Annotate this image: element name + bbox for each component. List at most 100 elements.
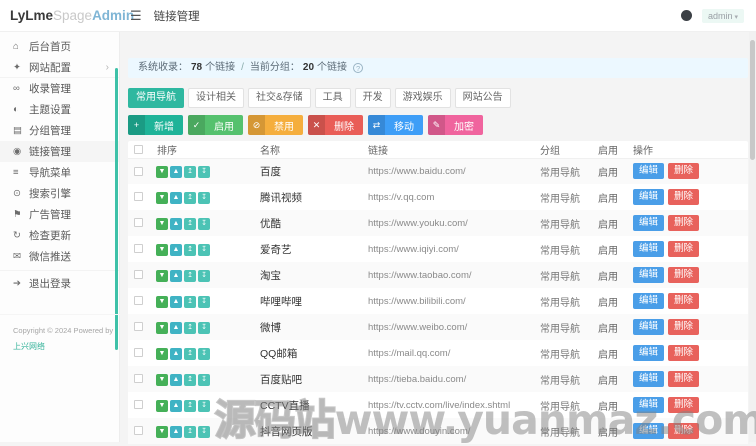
sidebar-item-search[interactable]: ⊙ 搜索引擎	[0, 183, 119, 204]
move-top-icon[interactable]: ↥	[184, 348, 196, 360]
copyright-link[interactable]: 上兴网络	[13, 342, 45, 351]
move-down-icon[interactable]: ▼	[156, 374, 168, 386]
move-button[interactable]: ⇄ 移动	[368, 115, 423, 135]
group-tab[interactable]: 游戏娱乐	[395, 88, 451, 108]
sidebar-item-refresh[interactable]: ↻ 检查更新	[0, 225, 119, 246]
edit-button[interactable]: 编辑	[633, 293, 664, 309]
move-down-icon[interactable]: ▼	[156, 166, 168, 178]
group-tab[interactable]: 常用导航	[128, 88, 184, 108]
encrypt-button[interactable]: ✎ 加密	[428, 115, 483, 135]
move-bottom-icon[interactable]: ↧	[198, 426, 210, 438]
row-checkbox[interactable]	[134, 322, 143, 331]
sidebar-item-home[interactable]: ⌂ 后台首页	[0, 36, 119, 57]
move-bottom-icon[interactable]: ↧	[198, 244, 210, 256]
row-checkbox[interactable]	[134, 192, 143, 201]
move-up-icon[interactable]: ▲	[170, 400, 182, 412]
sidebar-item-globe[interactable]: ◉ 链接管理	[0, 141, 119, 162]
move-bottom-icon[interactable]: ↧	[198, 192, 210, 204]
edit-button[interactable]: 编辑	[633, 215, 664, 231]
delete-button[interactable]: 删除	[668, 241, 699, 257]
move-top-icon[interactable]: ↥	[184, 322, 196, 334]
enable-button[interactable]: ✓ 启用	[188, 115, 243, 135]
sidebar-item-palette[interactable]: ◐ 主题设置	[0, 99, 119, 120]
move-down-icon[interactable]: ▼	[156, 218, 168, 230]
move-up-icon[interactable]: ▲	[170, 192, 182, 204]
edit-button[interactable]: 编辑	[633, 189, 664, 205]
move-down-icon[interactable]: ▼	[156, 296, 168, 308]
group-tab[interactable]: 开发	[355, 88, 391, 108]
sidebar-item-link[interactable]: ∞ 收录管理	[0, 78, 119, 99]
delete-button[interactable]: 删除	[668, 319, 699, 335]
group-tab[interactable]: 网站公告	[455, 88, 511, 108]
move-bottom-icon[interactable]: ↧	[198, 400, 210, 412]
row-checkbox[interactable]	[134, 426, 143, 435]
delete-button[interactable]: 删除	[668, 345, 699, 361]
move-down-icon[interactable]: ▼	[156, 400, 168, 412]
move-up-icon[interactable]: ▲	[170, 426, 182, 438]
row-checkbox[interactable]	[134, 270, 143, 279]
move-bottom-icon[interactable]: ↧	[198, 296, 210, 308]
sidebar-scrollbar[interactable]	[115, 68, 118, 350]
move-up-icon[interactable]: ▲	[170, 322, 182, 334]
row-checkbox[interactable]	[134, 244, 143, 253]
delete-button[interactable]: 删除	[668, 397, 699, 413]
edit-button[interactable]: 编辑	[633, 397, 664, 413]
move-down-icon[interactable]: ▼	[156, 270, 168, 282]
row-checkbox[interactable]	[134, 400, 143, 409]
row-checkbox[interactable]	[134, 374, 143, 383]
edit-button[interactable]: 编辑	[633, 163, 664, 179]
row-checkbox[interactable]	[134, 218, 143, 227]
help-icon[interactable]: ?	[353, 63, 363, 73]
delete-button[interactable]: 删除	[668, 267, 699, 283]
move-up-icon[interactable]: ▲	[170, 244, 182, 256]
delete-button[interactable]: 删除	[668, 189, 699, 205]
sidebar-item-list[interactable]: ≡ 导航菜单	[0, 162, 119, 183]
edit-button[interactable]: 编辑	[633, 345, 664, 361]
move-top-icon[interactable]: ↥	[184, 218, 196, 230]
sidebar-item-comment[interactable]: ✉ 微信推送	[0, 246, 119, 267]
page-scrollbar-thumb[interactable]	[750, 40, 755, 160]
row-checkbox[interactable]	[134, 296, 143, 305]
moon-icon[interactable]	[681, 10, 692, 21]
delete-button[interactable]: 删除	[668, 293, 699, 309]
move-down-icon[interactable]: ▼	[156, 322, 168, 334]
move-up-icon[interactable]: ▲	[170, 166, 182, 178]
row-checkbox[interactable]	[134, 348, 143, 357]
move-down-icon[interactable]: ▼	[156, 244, 168, 256]
delete-button[interactable]: 删除	[668, 423, 699, 439]
delete-button[interactable]: 删除	[668, 371, 699, 387]
edit-button[interactable]: 编辑	[633, 319, 664, 335]
edit-button[interactable]: 编辑	[633, 423, 664, 439]
delete-button[interactable]: ✕ 删除	[308, 115, 363, 135]
move-bottom-icon[interactable]: ↧	[198, 348, 210, 360]
edit-button[interactable]: 编辑	[633, 371, 664, 387]
move-down-icon[interactable]: ▼	[156, 348, 168, 360]
select-all-checkbox[interactable]	[134, 145, 143, 154]
sidebar-item-wrench[interactable]: ⚑ 广告管理	[0, 204, 119, 225]
move-bottom-icon[interactable]: ↧	[198, 374, 210, 386]
group-tab[interactable]: 社交&存储	[248, 88, 311, 108]
user-dropdown[interactable]: admin▾	[702, 9, 744, 23]
delete-button[interactable]: 删除	[668, 215, 699, 231]
page-scrollbar[interactable]	[749, 32, 756, 442]
move-up-icon[interactable]: ▲	[170, 296, 182, 308]
edit-button[interactable]: 编辑	[633, 241, 664, 257]
move-top-icon[interactable]: ↥	[184, 244, 196, 256]
sidebar-item-logout[interactable]: ➔ 退出登录	[0, 270, 119, 293]
move-top-icon[interactable]: ↥	[184, 296, 196, 308]
move-top-icon[interactable]: ↥	[184, 270, 196, 282]
move-down-icon[interactable]: ▼	[156, 426, 168, 438]
move-top-icon[interactable]: ↥	[184, 192, 196, 204]
sidebar-item-plug[interactable]: ✦ 网站配置 ›	[0, 57, 119, 78]
move-bottom-icon[interactable]: ↧	[198, 166, 210, 178]
move-up-icon[interactable]: ▲	[170, 374, 182, 386]
edit-button[interactable]: 编辑	[633, 267, 664, 283]
move-top-icon[interactable]: ↥	[184, 400, 196, 412]
move-bottom-icon[interactable]: ↧	[198, 270, 210, 282]
move-bottom-icon[interactable]: ↧	[198, 322, 210, 334]
row-checkbox[interactable]	[134, 167, 143, 176]
move-top-icon[interactable]: ↥	[184, 166, 196, 178]
move-top-icon[interactable]: ↥	[184, 426, 196, 438]
sidebar-item-folder[interactable]: ▤ 分组管理	[0, 120, 119, 141]
group-tab[interactable]: 工具	[315, 88, 351, 108]
